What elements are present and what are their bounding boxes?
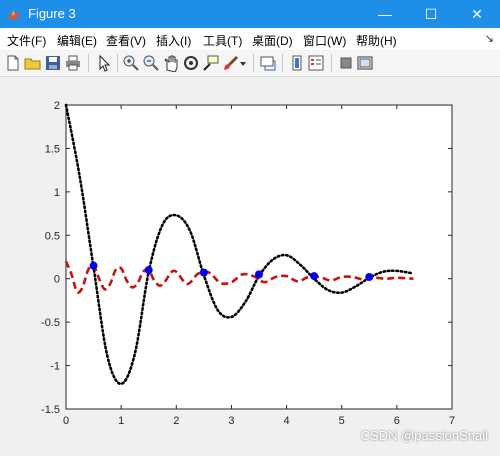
x-tick-label: 3 (228, 415, 234, 427)
watermark-text: CSDN @passionSnail (360, 428, 488, 443)
data-point-marker (144, 266, 153, 275)
figure-canvas: 0 1 2 3 4 5 6 7 -1.5 -1 -0.5 0 0.5 1 1.5 2 (0, 77, 500, 451)
minimize-button[interactable]: — (362, 0, 408, 28)
menu-desktop[interactable]: 桌面(D) (252, 32, 293, 49)
brush-dropdown-icon[interactable] (238, 54, 248, 72)
plot-axes-box (65, 104, 453, 410)
menu-tools[interactable]: 工具(T) (203, 32, 242, 49)
insert-legend-icon[interactable] (307, 54, 325, 72)
y-tick-label: -0.5 (41, 317, 60, 329)
y-tick-label: -1.5 (41, 404, 60, 416)
open-file-icon[interactable] (24, 54, 42, 72)
matlab-logo-icon (8, 10, 20, 20)
window-title: Figure 3 (28, 6, 76, 21)
x-tick-label: 2 (173, 415, 179, 427)
show-plot-tools-icon[interactable] (356, 54, 374, 72)
line-chart[interactable]: 0 1 2 3 4 5 6 7 -1.5 -1 -0.5 0 0.5 1 1.5 2 (0, 77, 500, 451)
y-tick-label: 0 (54, 274, 60, 286)
menu-insert[interactable]: 插入(I) (156, 32, 191, 49)
link-plot-icon[interactable] (259, 54, 277, 72)
toolbar-separator (282, 54, 283, 72)
data-point-marker (199, 268, 208, 277)
menu-overflow-icon[interactable]: ↘ (485, 32, 494, 45)
data-point-marker (310, 272, 319, 281)
rotate-3d-icon[interactable] (182, 54, 200, 72)
save-icon[interactable] (44, 54, 62, 72)
toolbar-separator (88, 54, 89, 72)
menu-file[interactable]: 文件(F) (7, 32, 46, 49)
maximize-button[interactable]: ☐ (408, 0, 454, 28)
insert-colorbar-icon[interactable] (288, 54, 306, 72)
print-icon[interactable] (64, 54, 82, 72)
menu-view[interactable]: 查看(V) (106, 32, 146, 49)
data-point-marker (89, 261, 98, 270)
x-tick-label: 5 (339, 415, 345, 427)
new-figure-icon[interactable] (4, 54, 22, 72)
close-button[interactable]: ✕ (454, 0, 500, 28)
y-tick-label: 2 (54, 100, 60, 112)
y-tick-label: 1 (54, 187, 60, 199)
menu-edit[interactable]: 编辑(E) (57, 32, 97, 49)
hide-plot-tools-icon[interactable] (337, 54, 355, 72)
data-point-marker (255, 270, 263, 279)
menu-bar: 文件(F) 编辑(E) 查看(V) 插入(I) 工具(T) 桌面(D) 窗口(W… (0, 28, 500, 50)
x-tick-label: 1 (118, 415, 124, 427)
menu-window[interactable]: 窗口(W) (303, 32, 346, 49)
toolbar-separator (253, 54, 254, 72)
data-point-marker (365, 272, 374, 281)
zoom-out-icon[interactable] (142, 54, 160, 72)
toolbar-separator (117, 54, 118, 72)
pan-hand-icon[interactable] (162, 54, 180, 72)
x-tick-label: 7 (449, 415, 455, 427)
title-bar: Figure 3 — ☐ ✕ (0, 0, 500, 28)
x-tick-label: 0 (63, 415, 69, 427)
toolbar (0, 50, 500, 77)
x-tick-label: 4 (284, 415, 290, 427)
y-tick-label: 0.5 (45, 230, 60, 242)
menu-help[interactable]: 帮助(H) (356, 32, 397, 49)
toolbar-separator (331, 54, 332, 72)
edit-plot-arrow-icon[interactable] (95, 54, 113, 72)
x-tick-label: 6 (394, 415, 400, 427)
y-tick-label: -1 (50, 361, 60, 373)
data-cursor-icon[interactable] (202, 54, 220, 72)
y-tick-label: 1.5 (45, 143, 60, 155)
zoom-in-icon[interactable] (122, 54, 140, 72)
